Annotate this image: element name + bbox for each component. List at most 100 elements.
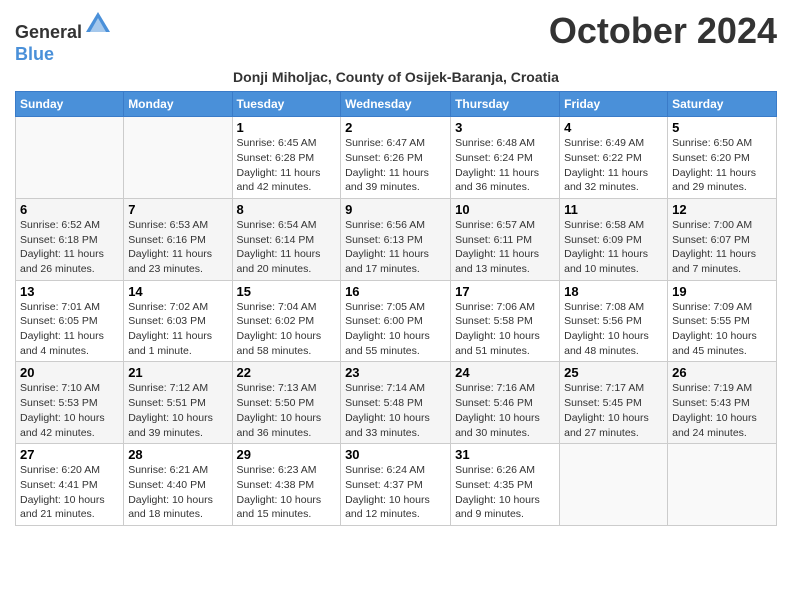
logo: General Blue	[15, 10, 112, 65]
day-detail: Sunrise: 7:08 AM Sunset: 5:56 PM Dayligh…	[564, 300, 663, 359]
calendar-cell: 6Sunrise: 6:52 AM Sunset: 6:18 PM Daylig…	[16, 198, 124, 280]
day-detail: Sunrise: 6:21 AM Sunset: 4:40 PM Dayligh…	[128, 463, 227, 522]
day-number: 13	[20, 284, 119, 299]
day-detail: Sunrise: 6:23 AM Sunset: 4:38 PM Dayligh…	[237, 463, 337, 522]
day-detail: Sunrise: 7:01 AM Sunset: 6:05 PM Dayligh…	[20, 300, 119, 359]
day-number: 15	[237, 284, 337, 299]
logo-general: General	[15, 22, 82, 42]
calendar-cell: 11Sunrise: 6:58 AM Sunset: 6:09 PM Dayli…	[560, 198, 668, 280]
calendar-cell: 18Sunrise: 7:08 AM Sunset: 5:56 PM Dayli…	[560, 280, 668, 362]
day-number: 31	[455, 447, 555, 462]
day-detail: Sunrise: 7:17 AM Sunset: 5:45 PM Dayligh…	[564, 381, 663, 440]
day-number: 29	[237, 447, 337, 462]
day-detail: Sunrise: 7:14 AM Sunset: 5:48 PM Dayligh…	[345, 381, 446, 440]
day-header-saturday: Saturday	[668, 92, 777, 117]
calendar-cell: 4Sunrise: 6:49 AM Sunset: 6:22 PM Daylig…	[560, 117, 668, 199]
calendar-cell: 27Sunrise: 6:20 AM Sunset: 4:41 PM Dayli…	[16, 444, 124, 526]
day-number: 20	[20, 365, 119, 380]
calendar-cell: 17Sunrise: 7:06 AM Sunset: 5:58 PM Dayli…	[451, 280, 560, 362]
page-header: General Blue October 2024	[15, 10, 777, 65]
calendar-cell	[668, 444, 777, 526]
day-number: 23	[345, 365, 446, 380]
day-detail: Sunrise: 6:48 AM Sunset: 6:24 PM Dayligh…	[455, 136, 555, 195]
day-detail: Sunrise: 6:50 AM Sunset: 6:20 PM Dayligh…	[672, 136, 772, 195]
calendar-cell	[560, 444, 668, 526]
day-number: 10	[455, 202, 555, 217]
logo-icon	[84, 10, 112, 38]
calendar-table: SundayMondayTuesdayWednesdayThursdayFrid…	[15, 91, 777, 526]
day-number: 7	[128, 202, 227, 217]
calendar-cell: 13Sunrise: 7:01 AM Sunset: 6:05 PM Dayli…	[16, 280, 124, 362]
calendar-cell	[124, 117, 232, 199]
calendar-cell: 2Sunrise: 6:47 AM Sunset: 6:26 PM Daylig…	[341, 117, 451, 199]
day-detail: Sunrise: 7:02 AM Sunset: 6:03 PM Dayligh…	[128, 300, 227, 359]
calendar-cell: 28Sunrise: 6:21 AM Sunset: 4:40 PM Dayli…	[124, 444, 232, 526]
day-detail: Sunrise: 7:12 AM Sunset: 5:51 PM Dayligh…	[128, 381, 227, 440]
calendar-cell: 12Sunrise: 7:00 AM Sunset: 6:07 PM Dayli…	[668, 198, 777, 280]
week-row-3: 13Sunrise: 7:01 AM Sunset: 6:05 PM Dayli…	[16, 280, 777, 362]
calendar-cell: 22Sunrise: 7:13 AM Sunset: 5:50 PM Dayli…	[232, 362, 341, 444]
calendar-cell: 15Sunrise: 7:04 AM Sunset: 6:02 PM Dayli…	[232, 280, 341, 362]
calendar-cell: 14Sunrise: 7:02 AM Sunset: 6:03 PM Dayli…	[124, 280, 232, 362]
day-number: 4	[564, 120, 663, 135]
day-detail: Sunrise: 7:00 AM Sunset: 6:07 PM Dayligh…	[672, 218, 772, 277]
day-detail: Sunrise: 6:24 AM Sunset: 4:37 PM Dayligh…	[345, 463, 446, 522]
day-detail: Sunrise: 7:09 AM Sunset: 5:55 PM Dayligh…	[672, 300, 772, 359]
day-detail: Sunrise: 7:16 AM Sunset: 5:46 PM Dayligh…	[455, 381, 555, 440]
day-detail: Sunrise: 7:06 AM Sunset: 5:58 PM Dayligh…	[455, 300, 555, 359]
calendar-cell: 24Sunrise: 7:16 AM Sunset: 5:46 PM Dayli…	[451, 362, 560, 444]
day-detail: Sunrise: 6:57 AM Sunset: 6:11 PM Dayligh…	[455, 218, 555, 277]
calendar-cell: 26Sunrise: 7:19 AM Sunset: 5:43 PM Dayli…	[668, 362, 777, 444]
day-header-tuesday: Tuesday	[232, 92, 341, 117]
day-number: 8	[237, 202, 337, 217]
day-detail: Sunrise: 6:49 AM Sunset: 6:22 PM Dayligh…	[564, 136, 663, 195]
day-number: 5	[672, 120, 772, 135]
calendar-cell: 16Sunrise: 7:05 AM Sunset: 6:00 PM Dayli…	[341, 280, 451, 362]
calendar-cell: 20Sunrise: 7:10 AM Sunset: 5:53 PM Dayli…	[16, 362, 124, 444]
day-number: 3	[455, 120, 555, 135]
calendar-cell: 5Sunrise: 6:50 AM Sunset: 6:20 PM Daylig…	[668, 117, 777, 199]
day-header-sunday: Sunday	[16, 92, 124, 117]
day-detail: Sunrise: 6:56 AM Sunset: 6:13 PM Dayligh…	[345, 218, 446, 277]
day-number: 9	[345, 202, 446, 217]
week-row-4: 20Sunrise: 7:10 AM Sunset: 5:53 PM Dayli…	[16, 362, 777, 444]
calendar-cell: 30Sunrise: 6:24 AM Sunset: 4:37 PM Dayli…	[341, 444, 451, 526]
day-header-friday: Friday	[560, 92, 668, 117]
calendar-cell: 31Sunrise: 6:26 AM Sunset: 4:35 PM Dayli…	[451, 444, 560, 526]
calendar-cell: 19Sunrise: 7:09 AM Sunset: 5:55 PM Dayli…	[668, 280, 777, 362]
day-header-monday: Monday	[124, 92, 232, 117]
day-number: 1	[237, 120, 337, 135]
day-number: 16	[345, 284, 446, 299]
calendar-cell: 3Sunrise: 6:48 AM Sunset: 6:24 PM Daylig…	[451, 117, 560, 199]
subtitle: Donji Miholjac, County of Osijek-Baranja…	[15, 69, 777, 85]
day-number: 21	[128, 365, 227, 380]
day-detail: Sunrise: 7:04 AM Sunset: 6:02 PM Dayligh…	[237, 300, 337, 359]
logo-blue: Blue	[15, 44, 54, 64]
day-number: 24	[455, 365, 555, 380]
day-detail: Sunrise: 6:52 AM Sunset: 6:18 PM Dayligh…	[20, 218, 119, 277]
day-detail: Sunrise: 6:20 AM Sunset: 4:41 PM Dayligh…	[20, 463, 119, 522]
day-number: 12	[672, 202, 772, 217]
day-number: 27	[20, 447, 119, 462]
day-number: 14	[128, 284, 227, 299]
calendar-cell: 8Sunrise: 6:54 AM Sunset: 6:14 PM Daylig…	[232, 198, 341, 280]
calendar-cell: 1Sunrise: 6:45 AM Sunset: 6:28 PM Daylig…	[232, 117, 341, 199]
calendar-cell	[16, 117, 124, 199]
week-row-1: 1Sunrise: 6:45 AM Sunset: 6:28 PM Daylig…	[16, 117, 777, 199]
day-number: 25	[564, 365, 663, 380]
day-number: 18	[564, 284, 663, 299]
day-detail: Sunrise: 7:19 AM Sunset: 5:43 PM Dayligh…	[672, 381, 772, 440]
day-detail: Sunrise: 6:45 AM Sunset: 6:28 PM Dayligh…	[237, 136, 337, 195]
day-number: 30	[345, 447, 446, 462]
calendar-cell: 10Sunrise: 6:57 AM Sunset: 6:11 PM Dayli…	[451, 198, 560, 280]
day-detail: Sunrise: 6:26 AM Sunset: 4:35 PM Dayligh…	[455, 463, 555, 522]
calendar-cell: 21Sunrise: 7:12 AM Sunset: 5:51 PM Dayli…	[124, 362, 232, 444]
day-detail: Sunrise: 7:13 AM Sunset: 5:50 PM Dayligh…	[237, 381, 337, 440]
day-number: 26	[672, 365, 772, 380]
day-number: 17	[455, 284, 555, 299]
header-row: SundayMondayTuesdayWednesdayThursdayFrid…	[16, 92, 777, 117]
calendar-cell: 7Sunrise: 6:53 AM Sunset: 6:16 PM Daylig…	[124, 198, 232, 280]
week-row-5: 27Sunrise: 6:20 AM Sunset: 4:41 PM Dayli…	[16, 444, 777, 526]
day-detail: Sunrise: 6:47 AM Sunset: 6:26 PM Dayligh…	[345, 136, 446, 195]
day-header-thursday: Thursday	[451, 92, 560, 117]
